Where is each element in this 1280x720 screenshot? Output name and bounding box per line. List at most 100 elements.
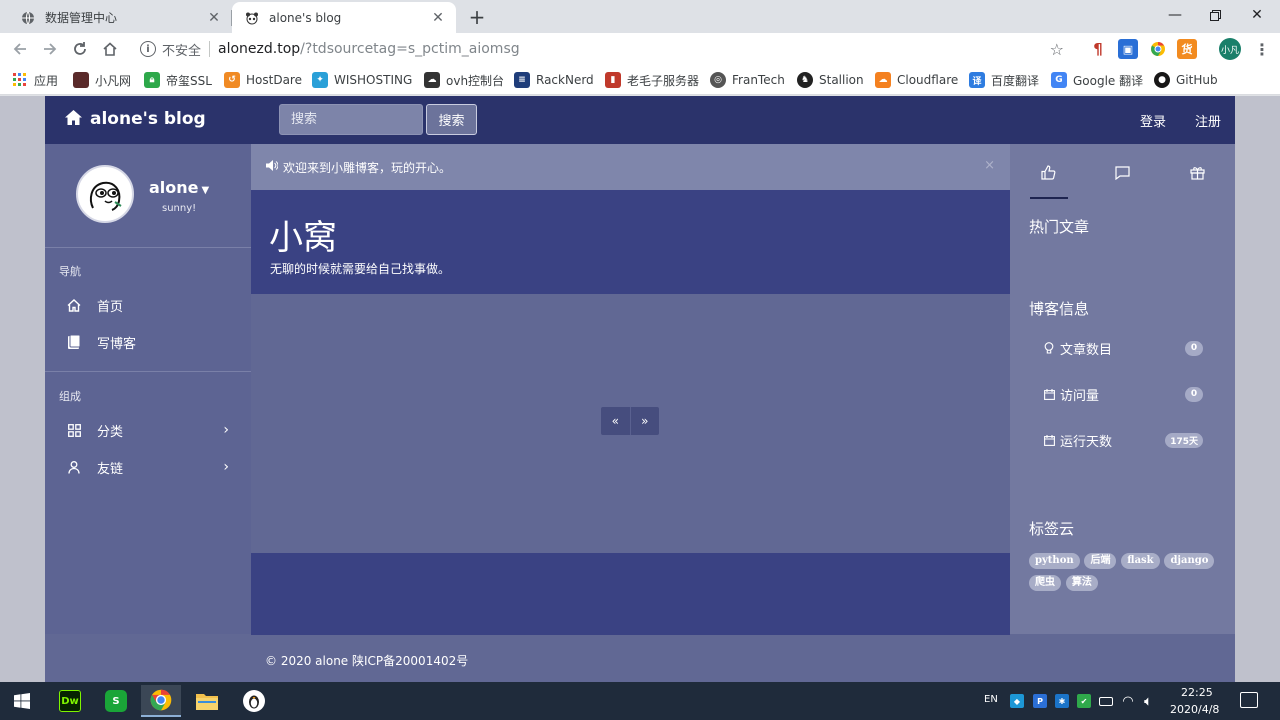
wifi-icon[interactable]: ◠ (1121, 694, 1135, 709)
tag-badge[interactable]: flask (1121, 553, 1160, 569)
bookmark-label: RackNerd (536, 73, 594, 87)
extension-chrome-icon[interactable] (1148, 39, 1168, 59)
new-tab-button[interactable]: + (466, 5, 488, 29)
bookmark-item[interactable]: ◎ FranTech (710, 70, 785, 90)
hero-banner: 小窝 无聊的时候就需要给自己找事做。 (251, 190, 1010, 294)
bookmark-item[interactable]: ↺ HostDare (224, 70, 302, 90)
sidebar-item-label: 写博客 (97, 336, 137, 352)
extension-screen-icon[interactable]: ▣ (1118, 39, 1138, 59)
sidebar-section-title: 导航 (59, 265, 81, 278)
close-window-button[interactable]: ✕ (1234, 0, 1280, 30)
site-brand-text: alone's blog (90, 109, 206, 129)
tag-badge[interactable]: 算法 (1065, 575, 1098, 591)
globe-icon (20, 10, 36, 26)
taskbar-wps[interactable]: S (96, 685, 136, 717)
server-icon: ≡ (514, 72, 530, 88)
bookmark-label: FranTech (732, 73, 785, 87)
translate-icon: G (1051, 72, 1067, 88)
right-sidebar: 热门文章 博客信息 文章数目 0 访问量 0 运行天数 175天 标签云 pyt… (1010, 144, 1235, 634)
globe-icon: ◎ (710, 72, 726, 88)
windows-start-button[interactable] (0, 682, 44, 720)
close-icon[interactable]: × (984, 158, 995, 173)
bookmark-label: Stallion (819, 73, 864, 87)
tag-badge[interactable]: 后端 (1084, 553, 1117, 569)
sidebar-item-category[interactable]: 分类 › (45, 414, 251, 446)
browser-tab-blog[interactable]: alone's blog ✕ (232, 2, 456, 33)
extension-coupon-icon[interactable]: 货 (1177, 39, 1197, 59)
avatar[interactable] (76, 165, 134, 223)
bookmark-item[interactable]: G Google 翻译 (1051, 70, 1143, 90)
folder-icon (196, 690, 218, 712)
back-button[interactable] (8, 37, 32, 61)
bookmark-item[interactable]: ≡ RackNerd (514, 70, 594, 90)
bookmark-item[interactable]: 🔒︎ 帝玺SSL (144, 70, 212, 90)
clock-date[interactable]: 2020/4/8 (1170, 703, 1219, 716)
profile-avatar-chip[interactable]: 小凡 (1219, 38, 1241, 60)
reload-button[interactable] (68, 37, 92, 61)
forward-button[interactable] (38, 37, 62, 61)
sidebar-item-friend-links[interactable]: 友链 › (45, 451, 251, 483)
login-link[interactable]: 登录 (1140, 111, 1166, 130)
site-header: alone's blog 搜索 登录 注册 (45, 96, 1235, 144)
sidebar-item-write-blog[interactable]: 写博客 (45, 326, 251, 358)
taskbar-file-explorer[interactable] (187, 685, 227, 717)
taskbar-chrome[interactable] (141, 685, 181, 717)
tab-gifts[interactable] (1177, 164, 1217, 184)
tag-badge[interactable]: python (1029, 553, 1080, 569)
tag-badge[interactable]: django (1164, 553, 1215, 569)
user-icon (66, 459, 82, 475)
tray-bluetooth-icon[interactable]: ✱ (1055, 694, 1069, 708)
pagination-next-button[interactable]: » (631, 407, 660, 435)
tab-title: alone's blog (269, 10, 342, 25)
battery-icon[interactable] (1099, 697, 1113, 706)
profile-name-dropdown[interactable]: alone ▼ (149, 178, 209, 197)
bookmark-item[interactable]: ● GitHub (1154, 70, 1218, 90)
tag-cloud: python 后端 flask django 爬虫 算法 (1029, 552, 1224, 596)
notification-center-icon[interactable] (1240, 692, 1258, 708)
sidebar-item-label: 分类 (97, 424, 124, 440)
tray-p-icon[interactable]: P (1033, 694, 1047, 708)
sidebar-item-home[interactable]: 首页 (45, 289, 251, 321)
bookmark-item[interactable]: ☁ Cloudflare (875, 70, 958, 90)
penguin-icon (243, 690, 265, 712)
home-button[interactable] (98, 37, 122, 61)
tab-popular[interactable] (1028, 164, 1068, 184)
bookmark-item[interactable]: ✦ WISHOSTING (312, 70, 412, 90)
extension-paragraph-icon[interactable]: ¶ (1088, 39, 1108, 59)
bookmark-item[interactable]: 译百度翻译 (969, 70, 1039, 90)
tray-shield-icon[interactable]: ✔ (1077, 694, 1091, 708)
pagination-prev-button[interactable]: « (601, 407, 631, 435)
bookmark-item[interactable]: ♞ Stallion (797, 70, 864, 90)
tab-close-icon[interactable]: ✕ (206, 10, 222, 26)
clock-time[interactable]: 22:25 (1181, 686, 1213, 699)
browser-menu-icon[interactable]: ⋮ (1252, 39, 1272, 59)
tab-comments[interactable] (1102, 164, 1142, 184)
bookmark-star-icon[interactable]: ☆ (1050, 40, 1064, 59)
register-link[interactable]: 注册 (1195, 111, 1221, 130)
tray-cloud-icon[interactable]: ◆ (1010, 694, 1024, 708)
tag-badge[interactable]: 爬虫 (1029, 575, 1061, 591)
tab-close-icon[interactable]: ✕ (430, 10, 446, 26)
search-input[interactable] (279, 104, 423, 135)
site-brand-link[interactable]: alone's blog (65, 109, 206, 129)
address-bar[interactable]: i 不安全 alonezd.top/?tdsourcetag=s_pctim_a… (132, 35, 1082, 63)
volume-icon[interactable]: 🔈︎ (1141, 694, 1155, 708)
info-icon[interactable]: i (140, 41, 156, 57)
site-icon (73, 72, 89, 88)
bookmark-item[interactable]: ☁ ovh控制台 (424, 70, 504, 90)
hero-title: 小窝 (269, 218, 337, 258)
browser-tab-data-center[interactable]: 数据管理中心 ✕ (8, 2, 232, 33)
bookmark-apps[interactable]: 应用 (12, 70, 58, 90)
left-sidebar: alone ▼ sunny! 导航 首页 写博客 组成 分类 › 友链 › (45, 144, 251, 634)
input-language-indicator[interactable]: EN (984, 694, 998, 705)
search-button[interactable]: 搜索 (426, 104, 477, 135)
stat-label: 运行天数 (1060, 434, 1113, 450)
bookmark-item[interactable]: ▮ 老毛子服务器 (605, 70, 699, 90)
taskbar-penguin-app[interactable] (234, 685, 274, 717)
taskbar-dreamweaver[interactable]: Dw (50, 685, 90, 717)
bookmark-item[interactable]: 小凡网 (73, 70, 131, 90)
bookmark-label: Google 翻译 (1073, 73, 1144, 88)
page-viewport: alone's blog 搜索 登录 注册 alone▼ (0, 96, 1280, 682)
bookmarks-bar: 应用 小凡网 🔒︎ 帝玺SSL ↺ HostDare ✦ WISHOSTING ☁ ov… (0, 65, 1280, 95)
maximize-button[interactable] (1192, 0, 1238, 30)
